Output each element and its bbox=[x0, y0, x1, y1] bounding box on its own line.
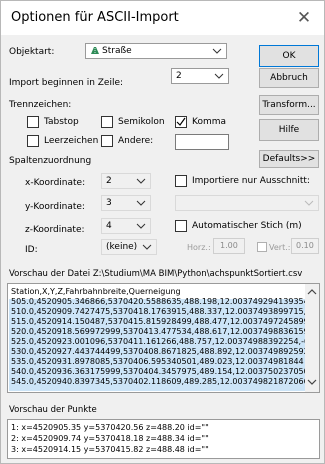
import-start-label: Import beginnen in Zeile: bbox=[9, 78, 124, 88]
objektart-select[interactable]: Straße bbox=[85, 43, 227, 59]
trennzeichen-label: Trennzeichen: bbox=[9, 100, 72, 110]
ok-button[interactable]: OK bbox=[259, 45, 319, 67]
chevron-down-icon bbox=[136, 197, 146, 209]
preview-line: Station,X,Y,Z,Fahrbahnbreite,Querneigung bbox=[11, 287, 181, 296]
objektart-value: Straße bbox=[102, 46, 132, 56]
import-cut-label: Importiere nur Ausschnitt: bbox=[192, 176, 310, 186]
leerzeichen-label: Leerzeichen bbox=[44, 136, 99, 146]
chevron-down-icon bbox=[142, 241, 152, 253]
import-start-select[interactable]: 2 bbox=[171, 68, 229, 84]
ausschnitt-select[interactable] bbox=[175, 195, 319, 211]
andere-label: Andere: bbox=[118, 136, 154, 146]
komma-label: Komma bbox=[192, 117, 227, 127]
andere-checkbox[interactable] bbox=[101, 135, 113, 147]
vert-checkbox[interactable] bbox=[257, 242, 267, 252]
z-koordinate-select[interactable]: 4 bbox=[101, 218, 151, 234]
preview-line: 525.0,4520923.001096,5370411.161266,488.… bbox=[11, 337, 310, 346]
objektart-label: Objektart: bbox=[9, 47, 55, 57]
tabstop-label: Tabstop bbox=[44, 117, 79, 127]
x-koordinate-select[interactable]: 2 bbox=[101, 173, 151, 189]
vert-value: 0.10 bbox=[296, 241, 314, 250]
semikolon-checkbox[interactable] bbox=[101, 116, 113, 128]
chevron-down-icon bbox=[304, 197, 314, 209]
point-line: 2: x=4520909.74 y=5370418.18 z=488.34 id… bbox=[11, 434, 209, 443]
points-preview-box[interactable]: 1: x=4520905.35 y=5370420.56 z=488.20 id… bbox=[7, 419, 320, 459]
ascii-import-dialog: Optionen für ASCII-Import ✕ Objektart: S… bbox=[0, 0, 325, 464]
semikolon-label: Semikolon bbox=[118, 117, 165, 127]
preview-line: 520.0,4520918.569972999,5370413.477534,4… bbox=[11, 327, 314, 336]
dialog-title: Optionen für ASCII-Import bbox=[11, 10, 179, 25]
preview-line: 515.0,4520914.150487,5370415.815928499,4… bbox=[11, 317, 319, 326]
id-value: (keine) bbox=[106, 242, 138, 252]
horz-value: 1.00 bbox=[220, 241, 238, 250]
andere-input[interactable] bbox=[175, 134, 229, 150]
tabstop-checkbox[interactable] bbox=[27, 116, 39, 128]
preview-line: 545.0,4520940.8397345,5370402.118609,489… bbox=[11, 377, 315, 386]
chevron-down-icon bbox=[214, 70, 224, 82]
point-line: 3: x=4520914.15 y=5370415.82 z=488.48 id… bbox=[11, 445, 209, 454]
preview-line: 530.0,4520927.443744499,5370408.8671825,… bbox=[11, 347, 319, 356]
title-bar: Optionen für ASCII-Import ✕ bbox=[1, 1, 324, 35]
preview-line: 540.0,4520936.363175999,5370404.3457975,… bbox=[11, 367, 319, 376]
id-select[interactable]: (keine) bbox=[101, 239, 157, 255]
check-icon bbox=[176, 117, 186, 126]
chevron-down-icon bbox=[136, 175, 146, 187]
close-icon[interactable]: ✕ bbox=[292, 7, 316, 29]
preview-label: Vorschau der Datei Z:\Studium\MA BIM\Pyt… bbox=[9, 269, 303, 279]
vert-input[interactable]: 0.10 bbox=[291, 238, 319, 254]
point-line: 1: x=4520905.35 y=5370420.56 z=488.20 id… bbox=[11, 423, 209, 432]
import-start-value: 2 bbox=[176, 71, 182, 81]
x-koordinate-value: 2 bbox=[106, 176, 112, 186]
file-preview-box[interactable]: Station,X,Y,Z,Fahrbahnbreite,Querneigung… bbox=[7, 283, 320, 393]
horz-label: Horz.: bbox=[187, 243, 211, 252]
id-label: ID: bbox=[25, 245, 38, 255]
chevron-down-icon bbox=[212, 45, 222, 57]
chevron-down-icon bbox=[136, 220, 146, 232]
y-koordinate-label: y-Koordinate: bbox=[25, 202, 85, 212]
x-koordinate-label: x-Koordinate: bbox=[25, 178, 86, 188]
hilfe-button[interactable]: Hilfe bbox=[259, 119, 319, 141]
preview-scrollbar[interactable] bbox=[305, 284, 319, 392]
abbruch-button[interactable]: Abbruch bbox=[259, 68, 319, 88]
y-koordinate-select[interactable]: 3 bbox=[101, 195, 151, 211]
vert-label: Vert.: bbox=[269, 243, 291, 252]
z-koordinate-value: 4 bbox=[106, 221, 112, 231]
z-koordinate-label: z-Koordinate: bbox=[25, 225, 85, 235]
auto-stich-label: Automatischer Stich (m) bbox=[192, 221, 302, 231]
import-cut-checkbox[interactable] bbox=[175, 175, 187, 187]
auto-stich-checkbox[interactable] bbox=[175, 220, 187, 232]
spaltenzuordnung-label: Spaltenzuordnung bbox=[9, 156, 92, 166]
komma-checkbox[interactable] bbox=[175, 116, 187, 128]
preview-line: 505.0,4520905.346866,5370420.5588635,488… bbox=[11, 297, 315, 306]
defaults-button[interactable]: Defaults>> bbox=[259, 150, 319, 168]
points-label: Vorschau der Punkte bbox=[9, 405, 97, 415]
horz-input[interactable]: 1.00 bbox=[213, 238, 245, 254]
leerzeichen-checkbox[interactable] bbox=[27, 135, 39, 147]
preview-line: 535.0,4520931.8978085,5370406.595340501,… bbox=[11, 357, 304, 366]
preview-line: 510.0,4520909.7427475,5370418.1763915,48… bbox=[11, 307, 317, 316]
y-koordinate-value: 3 bbox=[106, 198, 112, 208]
road-icon bbox=[90, 46, 100, 55]
transform-button[interactable]: Transform... bbox=[259, 95, 319, 115]
